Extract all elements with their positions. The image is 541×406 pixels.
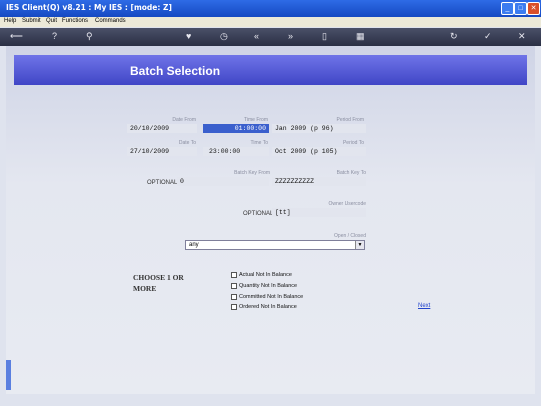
time-to-input[interactable]: 23:00:00 — [203, 147, 269, 156]
time-from-input[interactable]: 01:00:00 — [203, 124, 269, 133]
content-area — [6, 46, 535, 394]
period-from-label: Period From — [336, 117, 364, 123]
toolbar: ⟵ ? ⚲ ♥ ◷ « » ▯ ▦ ↻ ✓ ✕ — [0, 28, 541, 46]
menu-help[interactable]: Help — [4, 18, 16, 24]
optional-owner-label: OPTIONAL — [243, 211, 274, 217]
ordered-not-in-balance-label: Ordered Not In Balance — [239, 304, 297, 310]
optional-label: OPTIONAL — [147, 180, 178, 186]
period-to-input[interactable]: Oct 2009 (p 105) — [272, 147, 366, 156]
menu-functions[interactable]: Functions — [62, 18, 88, 24]
date-to-label: Date To — [178, 140, 196, 146]
open-closed-value: any — [189, 242, 199, 248]
fast-forward-icon[interactable]: » — [288, 31, 293, 41]
next-link[interactable]: Next — [418, 303, 430, 309]
choose-heading: CHOOSE 1 OR MORE — [133, 272, 184, 294]
time-to-label: Time To — [250, 140, 268, 146]
search-icon[interactable]: ⚲ — [86, 31, 93, 42]
date-from-label: Date From — [172, 117, 196, 123]
document-icon[interactable]: ▯ — [322, 31, 327, 42]
period-to-label: Period To — [342, 140, 364, 146]
batch-key-to-input[interactable]: ZZZZZZZZZZ — [272, 177, 366, 186]
menu-quit[interactable]: Quit — [46, 18, 57, 24]
batch-key-from-label: Batch Key From — [234, 170, 270, 176]
help-icon[interactable]: ? — [52, 31, 57, 41]
page-title: Batch Selection — [130, 64, 221, 78]
owner-usercode-input[interactable]: [tt] — [272, 208, 366, 217]
page-banner: Batch Selection — [14, 55, 527, 85]
grid-icon[interactable]: ▦ — [356, 31, 365, 42]
menu-commands[interactable]: Commands — [95, 18, 126, 24]
minimize-icon[interactable]: _ — [501, 2, 514, 15]
quantity-not-in-balance-checkbox[interactable] — [231, 283, 237, 289]
date-from-input[interactable]: 20/10/2009 — [127, 124, 197, 133]
window-title: IES Client(Q) v8.21 : My IES : [mode: Z] — [6, 3, 172, 12]
close-window-icon[interactable]: ✕ — [527, 2, 540, 15]
batch-key-from-input[interactable]: 0 — [177, 177, 269, 186]
clock-icon[interactable]: ◷ — [220, 31, 228, 42]
period-from-input[interactable]: Jan 2009 (p 96) — [272, 124, 366, 133]
ordered-not-in-balance-checkbox[interactable] — [231, 304, 237, 310]
back-icon[interactable]: ⟵ — [10, 31, 23, 42]
date-to-input[interactable]: 27/10/2009 — [127, 147, 197, 156]
chevron-down-icon[interactable]: ▼ — [355, 241, 364, 249]
choose-line-2: MORE — [133, 284, 157, 293]
actual-not-in-balance-label: Actual Not In Balance — [239, 272, 292, 278]
open-closed-label: Open / Closed — [334, 233, 366, 239]
rewind-icon[interactable]: « — [254, 31, 259, 41]
menu-submit[interactable]: Submit — [22, 18, 41, 24]
actual-not-in-balance-checkbox[interactable] — [231, 272, 237, 278]
committed-not-in-balance-label: Committed Not In Balance — [239, 294, 304, 300]
choose-line-1: CHOOSE 1 OR — [133, 273, 184, 282]
refresh-icon[interactable]: ↻ — [450, 31, 458, 42]
quantity-not-in-balance-label: Quantity Not In Balance — [239, 283, 298, 289]
maximize-icon[interactable]: □ — [514, 2, 527, 15]
heart-icon[interactable]: ♥ — [186, 31, 191, 41]
owner-usercode-label: Owner Usercode — [328, 201, 366, 207]
open-closed-select[interactable]: any ▼ — [185, 240, 365, 250]
time-from-label: Time From — [244, 117, 268, 123]
left-edge-tab[interactable] — [6, 360, 11, 390]
check-icon[interactable]: ✓ — [484, 31, 492, 42]
title-bar: IES Client(Q) v8.21 : My IES : [mode: Z]… — [0, 0, 541, 17]
menu-bar: Help Submit Quit Functions Commands — [0, 17, 541, 27]
close-icon[interactable]: ✕ — [518, 31, 526, 42]
committed-not-in-balance-checkbox[interactable] — [231, 294, 237, 300]
app-window: IES Client(Q) v8.21 : My IES : [mode: Z]… — [0, 0, 541, 406]
batch-key-to-label: Batch Key To — [336, 170, 366, 176]
